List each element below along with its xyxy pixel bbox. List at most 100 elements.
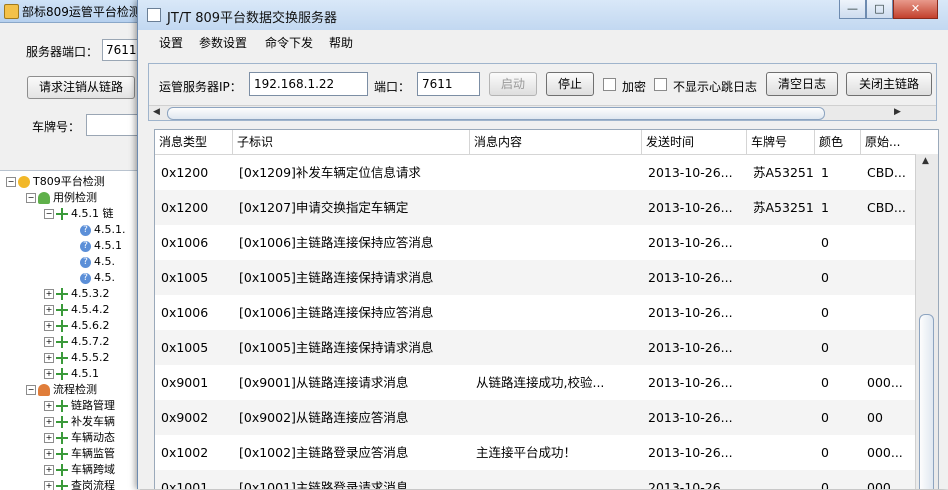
expand-icon[interactable]: + bbox=[44, 321, 54, 331]
toolbar-horizontal-scrollbar[interactable]: ◀ ▶ bbox=[149, 105, 936, 120]
expand-icon[interactable]: + bbox=[44, 449, 54, 459]
cell-message-content bbox=[470, 470, 642, 489]
column-header[interactable]: 子标识 bbox=[233, 130, 470, 154]
cross-icon bbox=[56, 304, 68, 316]
table-row[interactable]: 0x1006 [0x1006]主链路连接保持应答消息 2013-10-26... 0 bbox=[155, 225, 916, 260]
tree-node-flow-item[interactable]: + 车辆监管 bbox=[44, 446, 115, 462]
collapse-icon[interactable]: − bbox=[44, 209, 54, 219]
table-row[interactable]: 0x1200 [0x1209]补发车辆定位信息请求 2013-10-26... 苏A5… bbox=[155, 155, 916, 190]
scrollbar-thumb[interactable] bbox=[919, 314, 934, 489]
clear-log-button[interactable]: 清空日志 bbox=[766, 72, 838, 96]
server-port-input[interactable]: 7611 bbox=[102, 39, 140, 61]
table-row[interactable]: 0x1005 [0x1005]主链路连接保持请求消息 2013-10-26... 0 bbox=[155, 330, 916, 365]
menu-send-command[interactable]: 命令下发 bbox=[265, 34, 313, 51]
app-icon bbox=[4, 4, 19, 19]
cell-send-time: 2013-10-26... bbox=[648, 270, 733, 285]
tree-node-item[interactable]: ? 4.5. bbox=[80, 270, 115, 286]
cell-sub-id: [0x1006]主链路连接保持应答消息 bbox=[239, 305, 434, 320]
collapse-icon[interactable]: − bbox=[26, 385, 36, 395]
expand-icon[interactable]: + bbox=[44, 401, 54, 411]
encrypt-checkbox[interactable] bbox=[603, 78, 616, 91]
tree-node-flow-item[interactable]: + 查岗流程 bbox=[44, 478, 115, 490]
tree-node-item[interactable]: −4.5.1 链 bbox=[44, 206, 114, 222]
help-icon: ? bbox=[80, 256, 91, 268]
table-row[interactable]: 0x1002 [0x1002]主链路登录应答消息 主连接平台成功！ 2013-10-2… bbox=[155, 435, 916, 470]
cell-message-content bbox=[470, 295, 642, 330]
help-icon: ? bbox=[80, 272, 91, 284]
port-input[interactable]: 7611 bbox=[417, 72, 480, 96]
close-main-link-button[interactable]: 关闭主链路 bbox=[846, 72, 932, 96]
cross-icon bbox=[56, 320, 68, 332]
main-window: JT/T 809平台数据交换服务器 — □ ✕ 设置 参数设置 命令下发 帮助 … bbox=[137, 0, 948, 489]
tree-node-root[interactable]: − T809平台检测 bbox=[6, 174, 105, 190]
menu-settings[interactable]: 设置 bbox=[159, 34, 183, 51]
tree-node-item[interactable]: ? 4.5. bbox=[80, 254, 115, 270]
column-header[interactable]: 发送时间 bbox=[642, 130, 747, 154]
cell-plate bbox=[747, 470, 815, 489]
collapse-icon[interactable]: − bbox=[26, 193, 36, 203]
tree-node-flow-item[interactable]: + 补发车辆 bbox=[44, 414, 115, 430]
tree-node-item[interactable]: ? 4.5.1 bbox=[80, 238, 122, 254]
column-header[interactable]: 原始... bbox=[861, 130, 916, 154]
cell-message-type: 0x1002 bbox=[161, 445, 209, 460]
close-button[interactable]: ✕ bbox=[893, 0, 938, 19]
table-row[interactable]: 0x1005 [0x1005]主链路连接保持请求消息 2013-10-26... 0 bbox=[155, 260, 916, 295]
menu-help[interactable]: 帮助 bbox=[329, 34, 353, 51]
menu-parameter-settings[interactable]: 参数设置 bbox=[199, 34, 247, 51]
tree-node-flow-item[interactable]: + 链路管理 bbox=[44, 398, 115, 414]
cell-send-time: 2013-10-26... bbox=[648, 165, 733, 180]
minimize-button[interactable]: — bbox=[839, 0, 866, 19]
tree-node-item[interactable]: +4.5.4.2 bbox=[44, 302, 109, 318]
cell-color: 0 bbox=[821, 270, 829, 285]
cell-send-time: 2013-10-26... bbox=[648, 235, 733, 250]
expand-icon[interactable]: + bbox=[44, 433, 54, 443]
expand-icon[interactable]: + bbox=[44, 417, 54, 427]
table-row[interactable]: 0x1001 [0x1001]主链路登录请求消息 2013-10-26... 0 000… bbox=[155, 470, 916, 489]
cross-icon bbox=[56, 352, 68, 364]
tree-node-use-case[interactable]: − 用例检测 bbox=[26, 190, 97, 206]
scrollbar-thumb[interactable] bbox=[167, 107, 825, 120]
column-header[interactable]: 消息类型 bbox=[155, 130, 233, 154]
cross-icon bbox=[56, 416, 68, 428]
start-button[interactable]: 启动 bbox=[489, 72, 537, 96]
tree-node-item[interactable]: +4.5.1 bbox=[44, 366, 99, 382]
tree-node-flow-item[interactable]: + 车辆动态 bbox=[44, 430, 115, 446]
cell-message-type: 0x1006 bbox=[161, 235, 209, 250]
expand-icon[interactable]: + bbox=[44, 305, 54, 315]
tree-node-item[interactable]: ? 4.5.1. bbox=[80, 222, 126, 238]
column-header[interactable]: 颜色 bbox=[815, 130, 861, 154]
expand-icon[interactable]: + bbox=[44, 369, 54, 379]
scroll-right-icon[interactable]: ▶ bbox=[894, 107, 901, 117]
tree-node-flow[interactable]: − 流程检测 bbox=[26, 382, 97, 398]
table-row[interactable]: 0x9002 [0x9002]从链路连接应答消息 2013-10-26... 0 00 bbox=[155, 400, 916, 435]
tree-node-item[interactable]: +4.5.7.2 bbox=[44, 334, 109, 350]
hide-heartbeat-checkbox[interactable] bbox=[654, 78, 667, 91]
maximize-button[interactable]: □ bbox=[866, 0, 893, 19]
tree-node-item[interactable]: +4.5.5.2 bbox=[44, 350, 109, 366]
test-tree[interactable]: − T809平台检测 − 用例检测 −4.5.1 链 ? 4.5.1. ? 4.5.1 … bbox=[0, 170, 140, 490]
stop-button[interactable]: 停止 bbox=[546, 72, 594, 96]
table-vertical-scrollbar[interactable]: ▲ bbox=[915, 154, 938, 489]
tree-node-item[interactable]: +4.5.6.2 bbox=[44, 318, 109, 334]
plate-input[interactable] bbox=[86, 114, 140, 136]
request-cancel-slave-link-button[interactable]: 请求注销从链路 bbox=[27, 76, 135, 99]
column-header[interactable]: 车牌号 bbox=[747, 130, 815, 154]
tree-node-item[interactable]: +4.5.3.2 bbox=[44, 286, 109, 302]
server-ip-label: 运管服务器IP： bbox=[159, 80, 242, 94]
table-row[interactable]: 0x1006 [0x1006]主链路连接保持应答消息 2013-10-26... 0 bbox=[155, 295, 916, 330]
column-header[interactable]: 消息内容 bbox=[470, 130, 642, 154]
tree-node-flow-item[interactable]: + 车辆跨域 bbox=[44, 462, 115, 478]
expand-icon[interactable]: + bbox=[44, 353, 54, 363]
table-row[interactable]: 0x9001 [0x9001]从链路连接请求消息 从链路连接成功,校验... 2013… bbox=[155, 365, 916, 400]
table-row[interactable]: 0x1200 [0x1207]申请交换指定车辆定 2013-10-26... 苏A53… bbox=[155, 190, 916, 225]
cell-message-content: 主连接平台成功！ bbox=[476, 445, 577, 460]
expand-icon[interactable]: + bbox=[44, 289, 54, 299]
main-window-titlebar[interactable]: JT/T 809平台数据交换服务器 — □ ✕ bbox=[138, 0, 948, 30]
collapse-icon[interactable]: − bbox=[6, 177, 16, 187]
expand-icon[interactable]: + bbox=[44, 465, 54, 475]
expand-icon[interactable]: + bbox=[44, 337, 54, 347]
cell-send-time: 2013-10-26... bbox=[648, 200, 733, 215]
server-ip-input[interactable]: 192.168.1.22 bbox=[249, 72, 368, 96]
scroll-left-icon[interactable]: ◀ bbox=[153, 107, 160, 117]
scroll-up-icon[interactable]: ▲ bbox=[922, 156, 929, 166]
